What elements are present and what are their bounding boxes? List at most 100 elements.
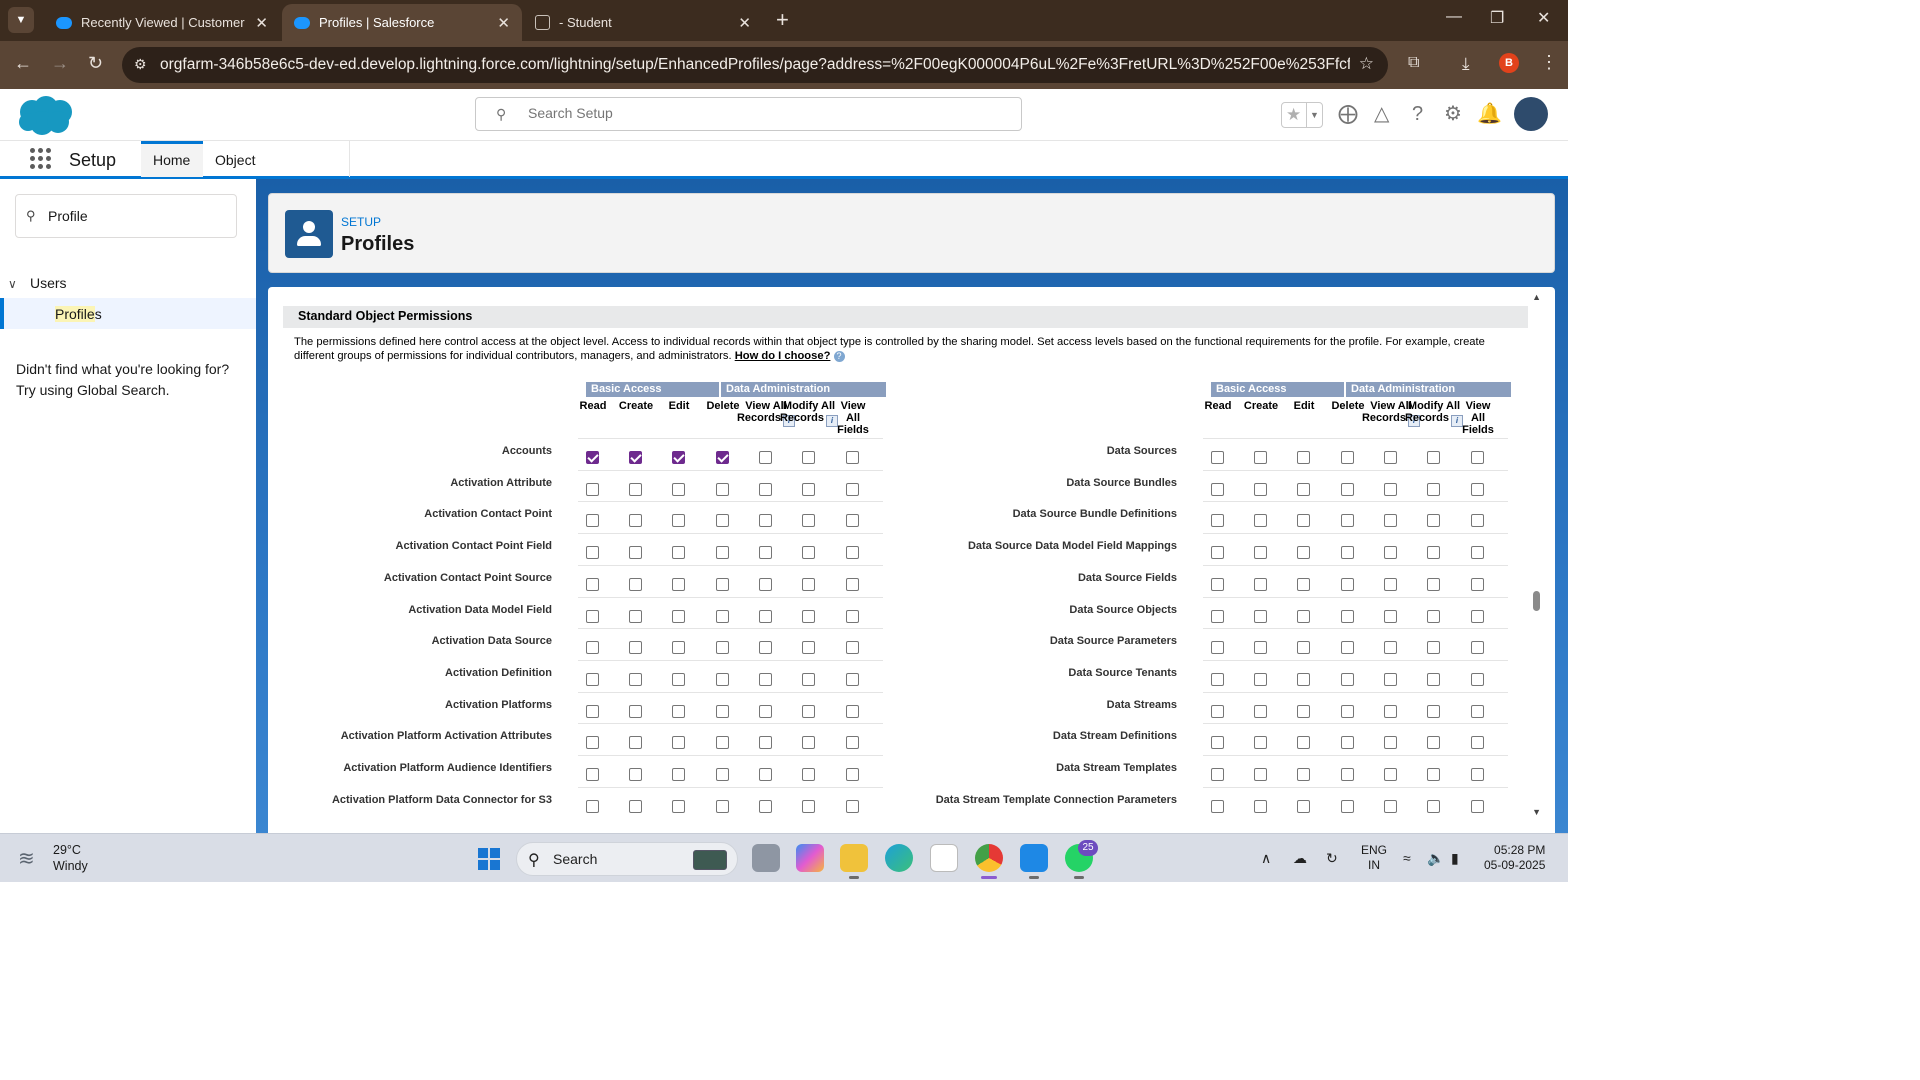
permission-checkbox[interactable]	[1211, 768, 1224, 781]
permission-checkbox[interactable]	[846, 736, 859, 750]
permission-checkbox[interactable]	[1211, 482, 1224, 496]
permission-checkbox[interactable]	[1254, 482, 1267, 496]
permission-checkbox[interactable]	[802, 768, 815, 781]
download-icon[interactable]: ⤓	[1462, 54, 1470, 74]
permission-checkbox[interactable]	[846, 609, 859, 623]
permission-checkbox[interactable]	[1254, 799, 1267, 813]
weather-wind-icon[interactable]: ≋	[18, 846, 44, 870]
permission-checkbox[interactable]	[1254, 704, 1267, 718]
system-clock[interactable]: 05:28 PM 05-09-2025	[1484, 843, 1545, 873]
permission-checkbox[interactable]	[1471, 514, 1484, 528]
permission-checkbox[interactable]	[1297, 577, 1310, 591]
browser-profile-avatar[interactable]: B	[1499, 53, 1519, 73]
permission-checkbox[interactable]	[1254, 641, 1267, 655]
microsoft-store-icon[interactable]	[930, 844, 958, 872]
permission-checkbox[interactable]	[672, 577, 685, 591]
permission-checkbox[interactable]	[1427, 704, 1440, 718]
permission-checkbox[interactable]	[1341, 704, 1354, 718]
help-icon[interactable]: ?	[1412, 104, 1423, 124]
permission-checkbox[interactable]	[802, 546, 815, 560]
permission-checkbox[interactable]	[846, 768, 859, 781]
tree-item-profiles[interactable]: Profiles	[0, 298, 256, 329]
permission-checkbox[interactable]	[1341, 451, 1354, 464]
permission-checkbox[interactable]	[1341, 799, 1354, 813]
permission-checkbox[interactable]	[1297, 768, 1310, 781]
permission-checkbox[interactable]	[629, 482, 642, 496]
permission-checkbox[interactable]	[1384, 546, 1397, 560]
permission-checkbox[interactable]	[1427, 641, 1440, 655]
permission-checkbox[interactable]	[802, 482, 815, 496]
permission-checkbox[interactable]	[846, 704, 859, 718]
permission-checkbox[interactable]	[759, 704, 772, 718]
permission-checkbox[interactable]	[1211, 799, 1224, 813]
permission-checkbox[interactable]	[1341, 577, 1354, 591]
volume-icon[interactable]: 🔈	[1427, 850, 1444, 867]
permission-checkbox[interactable]	[1427, 768, 1440, 781]
chrome-menu-icon[interactable]: ⋮	[1540, 52, 1558, 73]
reload-icon[interactable]: ↻	[88, 53, 103, 74]
close-tab-icon[interactable]: ✕	[497, 14, 510, 32]
tab-search-menu-button[interactable]: ▼	[8, 7, 34, 33]
copilot-icon[interactable]	[796, 844, 824, 872]
tree-item-profiles-label[interactable]: Profiles	[55, 306, 102, 322]
tab-home[interactable]: Home	[141, 141, 203, 177]
edge-browser-icon[interactable]	[885, 844, 913, 872]
trailhead-guidance-icon[interactable]: △	[1374, 104, 1389, 124]
permission-checkbox[interactable]	[672, 451, 685, 464]
permission-checkbox[interactable]	[1297, 736, 1310, 750]
permission-checkbox[interactable]	[672, 799, 685, 813]
permission-checkbox[interactable]	[1211, 577, 1224, 591]
chrome-browser-icon[interactable]	[975, 844, 1003, 879]
how-do-i-choose-link[interactable]: How do I choose?	[735, 350, 831, 362]
permission-checkbox[interactable]	[1471, 451, 1484, 464]
permission-checkbox[interactable]	[1211, 704, 1224, 718]
permission-checkbox[interactable]	[1471, 736, 1484, 750]
tab-object-manager[interactable]: Object Manager∨	[203, 141, 350, 206]
permission-checkbox[interactable]	[629, 768, 642, 781]
global-actions-add-icon[interactable]: ⨁	[1338, 104, 1358, 124]
permission-checkbox[interactable]	[716, 577, 729, 591]
forward-icon[interactable]: →	[51, 53, 69, 74]
site-info-icon[interactable]: ⚙	[134, 56, 147, 73]
permission-checkbox[interactable]	[759, 641, 772, 655]
permission-checkbox[interactable]	[1427, 736, 1440, 750]
permission-checkbox[interactable]	[1254, 451, 1267, 464]
permission-checkbox[interactable]	[1254, 609, 1267, 623]
windows-start-icon[interactable]	[478, 848, 500, 870]
restore-icon[interactable]: ❐	[1490, 8, 1504, 28]
browser-tab-profiles[interactable]: Profiles | Salesforce ✕	[282, 4, 522, 41]
permission-checkbox[interactable]	[1471, 577, 1484, 591]
breadcrumb[interactable]: SETUP	[341, 215, 381, 229]
permission-checkbox[interactable]	[846, 577, 859, 591]
permission-checkbox[interactable]	[1384, 672, 1397, 686]
permission-checkbox[interactable]	[1211, 609, 1224, 623]
wifi-icon[interactable]: ≈	[1403, 850, 1411, 866]
permission-checkbox[interactable]	[802, 641, 815, 655]
permission-checkbox[interactable]	[846, 482, 859, 496]
permission-checkbox[interactable]	[1384, 799, 1397, 813]
permission-checkbox[interactable]	[1297, 672, 1310, 686]
quick-find-input[interactable]	[48, 208, 218, 224]
new-tab-button[interactable]: +	[776, 8, 789, 32]
permission-checkbox[interactable]	[802, 514, 815, 528]
permission-checkbox[interactable]	[759, 546, 772, 560]
permission-checkbox[interactable]	[629, 641, 642, 655]
permission-checkbox[interactable]	[759, 672, 772, 686]
battery-icon[interactable]: ▮	[1451, 850, 1459, 867]
permission-checkbox[interactable]	[1341, 482, 1354, 496]
permission-checkbox[interactable]	[846, 514, 859, 528]
permission-checkbox[interactable]	[1341, 736, 1354, 750]
permission-checkbox[interactable]	[716, 641, 729, 655]
permission-checkbox[interactable]	[586, 736, 599, 750]
permission-checkbox[interactable]	[716, 768, 729, 781]
permission-checkbox[interactable]	[1427, 451, 1440, 464]
permission-checkbox[interactable]	[672, 768, 685, 781]
user-avatar[interactable]	[1514, 97, 1548, 131]
permission-checkbox[interactable]	[1341, 514, 1354, 528]
permission-checkbox[interactable]	[759, 768, 772, 781]
search-setup-input[interactable]	[528, 105, 928, 121]
permission-checkbox[interactable]	[1341, 546, 1354, 560]
permission-checkbox[interactable]	[1471, 768, 1484, 781]
permission-checkbox[interactable]	[672, 546, 685, 560]
permission-checkbox[interactable]	[716, 482, 729, 496]
